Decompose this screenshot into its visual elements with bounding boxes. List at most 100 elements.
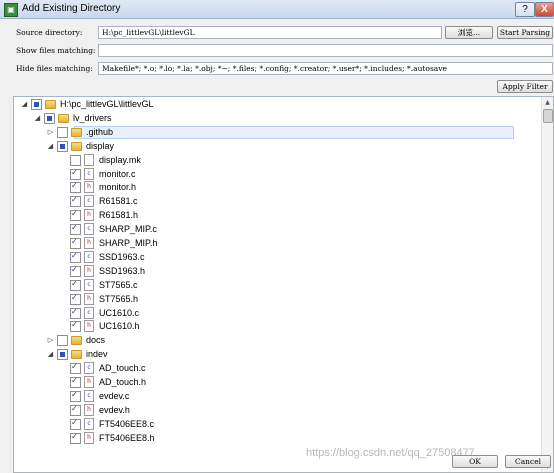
- tree-item[interactable]: h evdev.h: [14, 403, 541, 417]
- browse-button[interactable]: 浏览...: [445, 26, 493, 39]
- tree-item-checkbox[interactable]: [70, 390, 81, 402]
- expand-arrow-icon[interactable]: ▷: [46, 335, 55, 346]
- tree-item-checkbox[interactable]: [57, 335, 68, 347]
- c-source-file-icon: c: [84, 389, 94, 402]
- c-header-file-icon: h: [84, 237, 94, 249]
- c-source-file-icon: c: [84, 223, 94, 236]
- tree-item-label: indev: [86, 349, 108, 360]
- tree-item[interactable]: h ST7565.h: [14, 292, 541, 306]
- expand-arrow-icon[interactable]: ▷: [46, 127, 55, 138]
- hide-files-input[interactable]: Makefile*; *.o; *.lo; *.la; *.obj; *~; *…: [98, 62, 553, 75]
- tree-item[interactable]: ◢ display: [14, 140, 541, 153]
- ok-button[interactable]: OK: [452, 455, 498, 468]
- collapse-arrow-icon[interactable]: ◢: [33, 113, 42, 124]
- folder-icon: [71, 350, 82, 360]
- tree-item[interactable]: c evdev.c: [14, 389, 541, 403]
- collapse-arrow-icon[interactable]: ◢: [46, 141, 55, 152]
- tree-item[interactable]: h FT5406EE8.h: [14, 431, 541, 445]
- tree-item-checkbox[interactable]: [57, 140, 68, 152]
- tree-item[interactable]: ◢ H:\pc_littlevGL\littlevGL: [14, 98, 541, 111]
- tree-item-checkbox[interactable]: [70, 376, 81, 388]
- tree-item[interactable]: c ST7565.c: [14, 278, 541, 292]
- c-header-file-icon: h: [84, 264, 94, 277]
- start-parsing-button[interactable]: Start Parsing: [497, 26, 553, 39]
- c-source-file-icon: c: [84, 167, 94, 180]
- tree-item-checkbox[interactable]: [70, 320, 81, 333]
- tree-item-label: FT5406EE8.h: [99, 432, 155, 443]
- tree-item[interactable]: c AD_touch.c: [14, 362, 541, 375]
- collapse-arrow-icon[interactable]: ◢: [20, 99, 29, 110]
- tree-item-checkbox[interactable]: [70, 432, 81, 444]
- selection-highlight: [74, 125, 514, 139]
- vertical-scrollbar[interactable]: ▲ ▼: [541, 97, 553, 472]
- tree-item[interactable]: h AD_touch.h: [14, 376, 541, 389]
- c-source-file-icon: c: [84, 362, 94, 375]
- tree-item[interactable]: c R61581.c: [14, 195, 541, 208]
- c-source-file-icon: c: [84, 250, 94, 263]
- tree-item-checkbox[interactable]: [70, 168, 81, 180]
- c-header-file-icon: h: [84, 431, 94, 444]
- tree-item-label: R61581.h: [99, 210, 139, 221]
- close-button[interactable]: X: [535, 2, 554, 17]
- tree-item-checkbox[interactable]: [70, 181, 81, 194]
- tree-item-checkbox[interactable]: [57, 349, 68, 361]
- tree-item[interactable]: c monitor.c: [14, 167, 541, 181]
- tree-item-checkbox[interactable]: [57, 126, 68, 138]
- tree-item[interactable]: ◢ indev: [14, 348, 541, 361]
- collapse-arrow-icon[interactable]: ◢: [46, 349, 55, 360]
- tree-item[interactable]: ▷ docs: [14, 334, 541, 347]
- tree-item[interactable]: c UC1610.c: [14, 306, 541, 320]
- tree-item[interactable]: h R61581.h: [14, 209, 541, 222]
- tree-item[interactable]: h SHARP_MIP.h: [14, 237, 541, 250]
- tree-item-label: UC1610.h: [99, 321, 140, 332]
- tree-item-checkbox[interactable]: [70, 418, 81, 430]
- tree-item[interactable]: c FT5406EE8.c: [14, 417, 541, 431]
- tree-item-checkbox[interactable]: [70, 223, 81, 236]
- help-button[interactable]: ?: [515, 2, 535, 17]
- file-icon: [84, 153, 94, 166]
- tree-item-label: SSD1963.c: [99, 251, 145, 262]
- tree-item[interactable]: h UC1610.h: [14, 320, 541, 333]
- tree-item-checkbox[interactable]: [70, 195, 81, 208]
- tree-item-label: display: [86, 140, 115, 151]
- tree-item-checkbox[interactable]: [70, 154, 81, 166]
- c-header-file-icon: h: [84, 181, 94, 194]
- tree-item-label: evdev.h: [99, 404, 130, 415]
- tree-item-label: display.mk: [99, 154, 141, 165]
- tree-item[interactable]: h SSD1963.h: [14, 264, 541, 278]
- tree-item-checkbox[interactable]: [70, 279, 81, 291]
- folder-icon: [45, 100, 56, 109]
- tree-item-checkbox[interactable]: [70, 307, 81, 319]
- apply-filter-button[interactable]: Apply Filter: [497, 80, 553, 93]
- scroll-up-icon[interactable]: ▲: [543, 98, 552, 107]
- window-title: Add Existing Directory: [22, 3, 121, 14]
- tree-item-checkbox[interactable]: [31, 99, 42, 110]
- tree-item-checkbox[interactable]: [70, 362, 81, 375]
- tree-item-checkbox[interactable]: [70, 404, 81, 416]
- tree-item[interactable]: display.mk: [14, 153, 541, 167]
- tree-item-checkbox[interactable]: [70, 293, 81, 305]
- c-header-file-icon: h: [84, 320, 94, 333]
- title-bar: ▣ Add Existing Directory ? X: [0, 0, 554, 19]
- tree-item-checkbox[interactable]: [70, 237, 81, 249]
- tree-item[interactable]: c SHARP_MIP.c: [14, 223, 541, 236]
- tree-item-label: SHARP_MIP.h: [99, 238, 158, 248]
- tree-item-checkbox[interactable]: [44, 112, 55, 124]
- cancel-button[interactable]: Cancel: [505, 455, 551, 468]
- file-tree[interactable]: ◢ H:\pc_littlevGL\littlevGL ◢ lv_drivers ▷ .g…: [13, 96, 554, 473]
- tree-item-checkbox[interactable]: [70, 251, 81, 263]
- tree-item[interactable]: ◢ lv_drivers: [14, 112, 541, 125]
- tree-item-label: docs: [86, 335, 106, 346]
- show-files-label: Show files matching:: [16, 46, 96, 55]
- tree-item[interactable]: h monitor.h: [14, 181, 541, 194]
- tree-item-label: AD_touch.h: [99, 377, 147, 387]
- tree-item-label: SSD1963.h: [99, 265, 146, 276]
- scroll-thumb[interactable]: [543, 109, 553, 123]
- tree-item[interactable]: c SSD1963.c: [14, 250, 541, 264]
- tree-item[interactable]: ▷ .github: [14, 125, 541, 139]
- tree-item-checkbox[interactable]: [70, 265, 81, 277]
- app-icon: ▣: [4, 3, 18, 17]
- show-files-input[interactable]: [98, 44, 553, 57]
- source-directory-input[interactable]: H:\pc_littlevGL\littlevGL: [98, 26, 442, 39]
- tree-item-checkbox[interactable]: [70, 209, 81, 222]
